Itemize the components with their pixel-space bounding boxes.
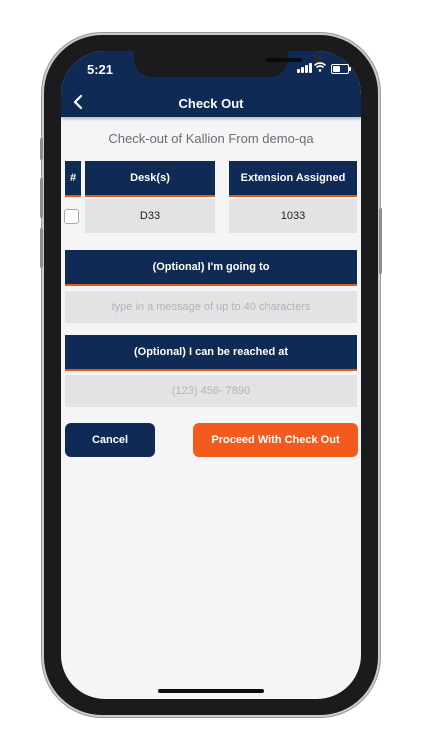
going-to-label: (Optional) I'm going to — [65, 250, 357, 286]
wifi-icon — [314, 62, 326, 72]
app-screen: 5:21 Check Out Check-out of Kallion From… — [61, 51, 361, 699]
navigation-bar: Check Out — [61, 94, 361, 117]
power-button — [379, 208, 382, 274]
checkout-subtitle: Check-out of Kallion From demo-qa — [108, 131, 314, 146]
extension-column-header: Extension Assigned — [229, 161, 357, 197]
notch — [134, 51, 322, 77]
going-to-message-input[interactable] — [65, 291, 357, 323]
page-title: Check Out — [178, 96, 244, 111]
status-bar: 5:21 — [61, 51, 361, 95]
index-column-header: # — [65, 161, 81, 197]
desks-column-header: Desk(s) — [85, 161, 215, 197]
cancel-button[interactable]: Cancel — [65, 423, 155, 457]
home-indicator — [158, 689, 264, 693]
reached-at-phone-input[interactable] — [65, 375, 357, 407]
speaker — [266, 58, 302, 62]
battery-icon — [331, 64, 351, 74]
reached-at-label: (Optional) I can be reached at — [65, 335, 357, 371]
proceed-check-out-button[interactable]: Proceed With Check Out — [193, 423, 358, 457]
row-select-checkbox[interactable] — [64, 209, 79, 224]
status-time: 5:21 — [87, 62, 114, 77]
extension-cell: 1033 — [229, 199, 357, 233]
desk-cell: D33 — [85, 199, 215, 233]
mute-switch — [40, 138, 43, 160]
volume-down-button — [40, 228, 43, 268]
volume-up-button — [40, 178, 43, 218]
